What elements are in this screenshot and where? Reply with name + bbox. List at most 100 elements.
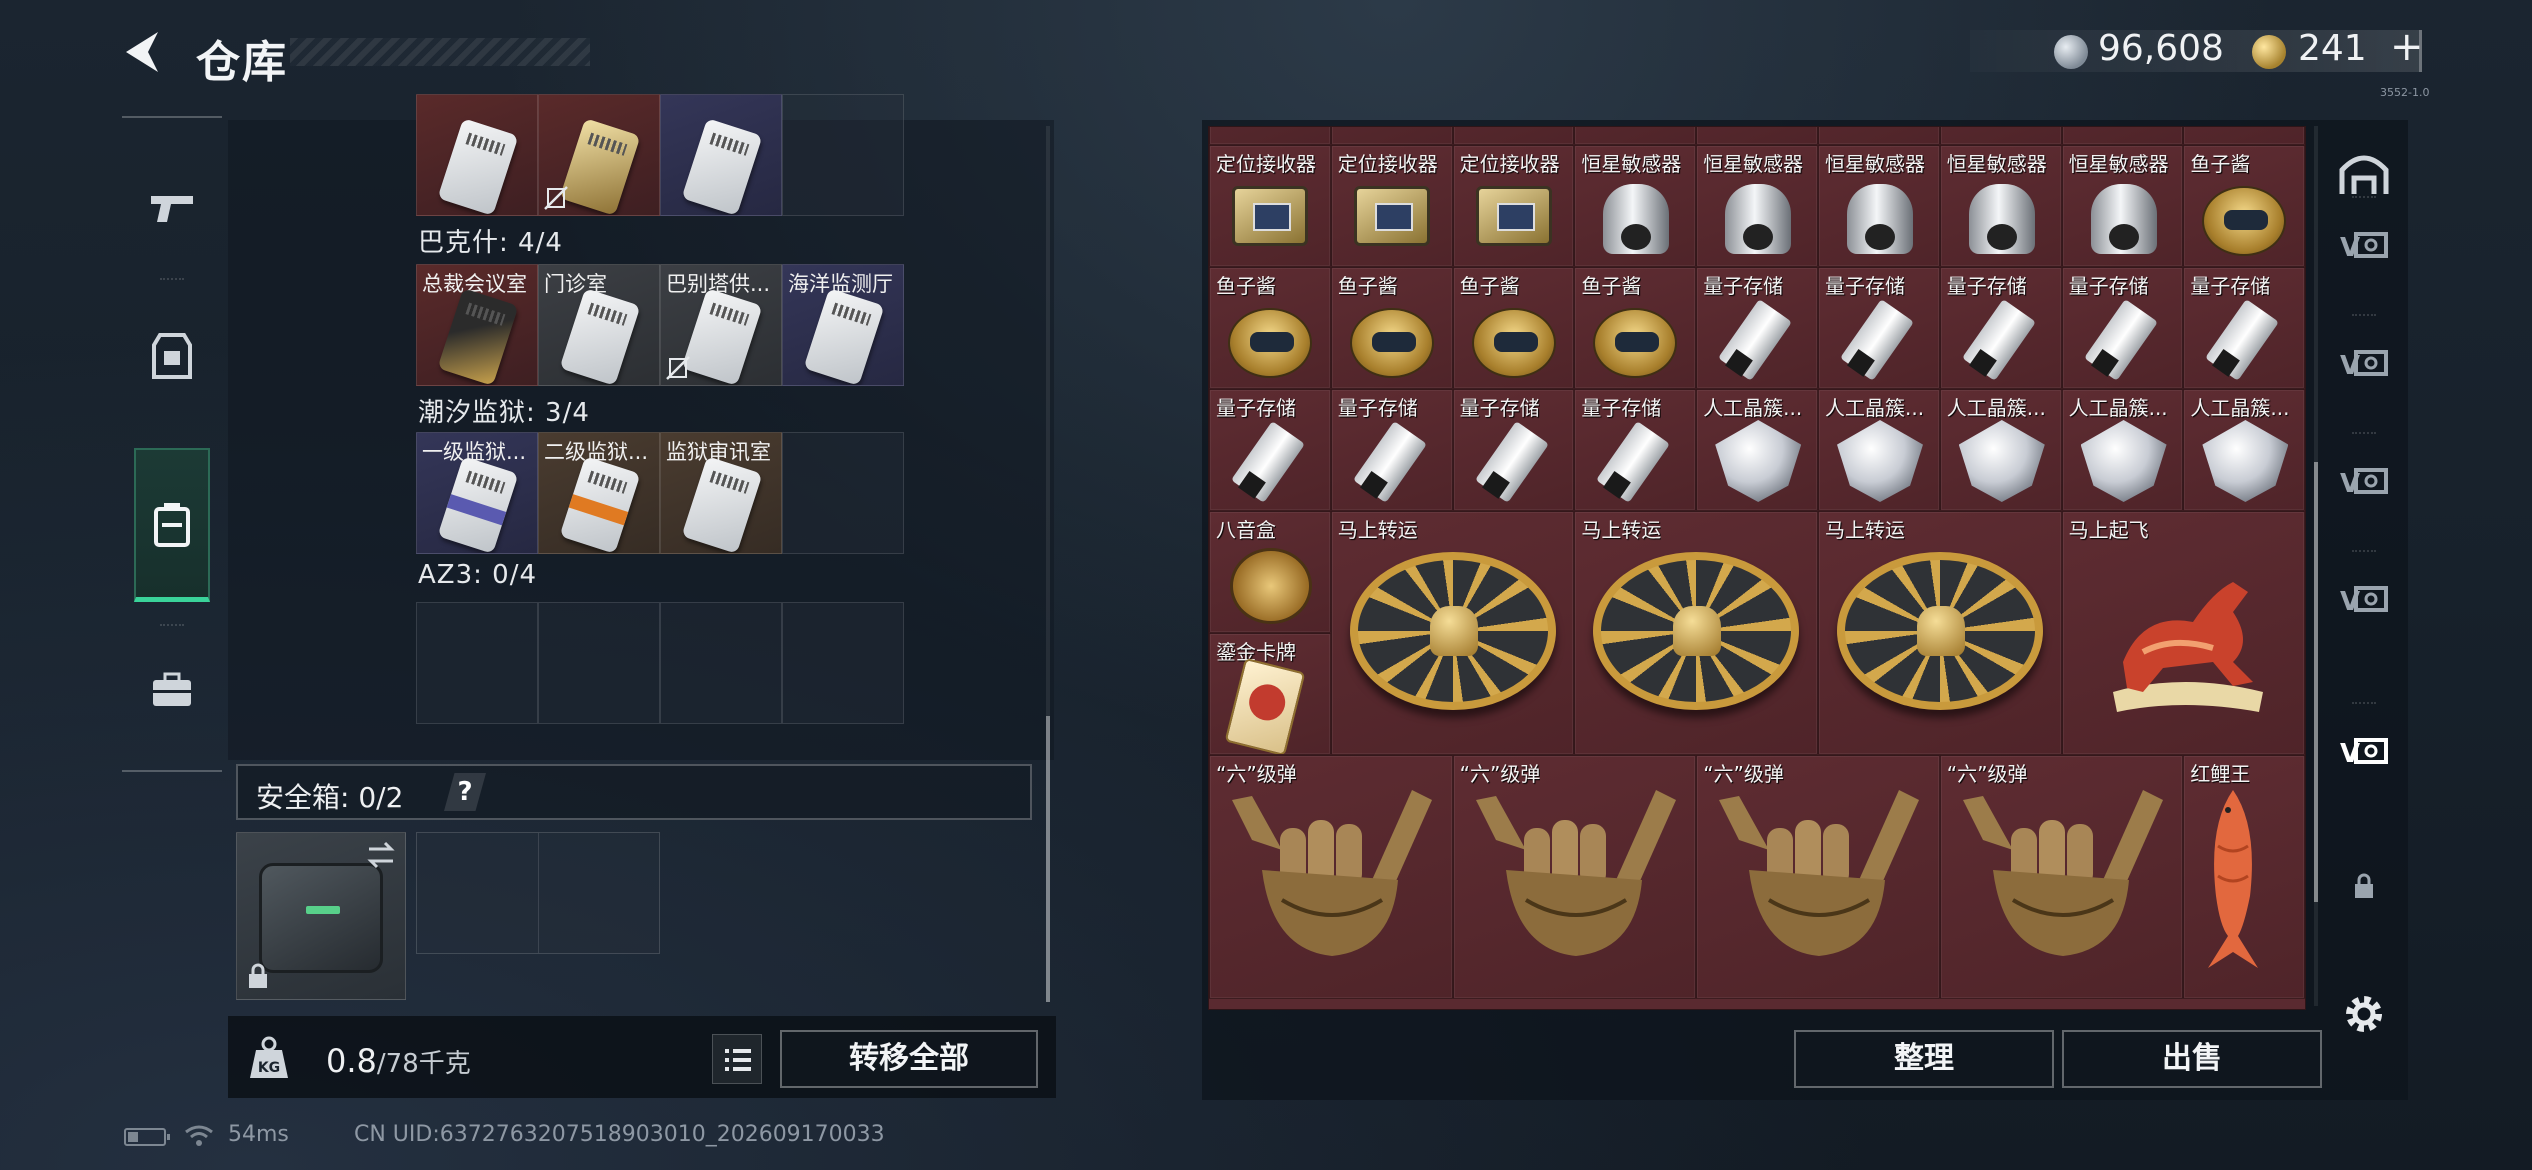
stash-item-slot[interactable]: 人工晶簇... — [1696, 389, 1818, 511]
storage-tab-icon[interactable]: V — [2336, 452, 2392, 508]
stash-item-slot[interactable]: 量子存储 — [1209, 389, 1331, 511]
sort-button[interactable]: 整理 — [1794, 1030, 2054, 1088]
stash-grid: 定位接收器 定位接收器 定位接收器 恒星敏感器 恒星敏感器 恒星敏感器 恒星敏感器 恒星敏感器… — [1208, 126, 2306, 1010]
stash-item-slot-partial[interactable] — [1574, 127, 1697, 145]
stash-item-slot[interactable]: 恒星敏感器 — [1574, 145, 1697, 267]
quantum-storage-icon — [1718, 299, 1793, 381]
keycard-slot[interactable]: 总裁会议室 — [416, 264, 538, 386]
stash-item-slot-partial[interactable] — [2061, 127, 2184, 145]
safe-box-item[interactable] — [236, 832, 406, 1000]
gold-coin-icon — [2252, 35, 2286, 69]
empty-slot[interactable] — [782, 602, 904, 724]
svg-text:KG: KG — [258, 1060, 280, 1076]
stash-item-slot[interactable]: 量子存储 — [1939, 267, 2062, 389]
safe-box-empty-slot[interactable] — [416, 832, 660, 954]
stash-item-slot[interactable]: 量子存储 — [1818, 267, 1940, 389]
stash-item-slot[interactable]: 鱼子酱 — [2183, 145, 2305, 267]
stash-item-slot[interactable]: 量子存储 — [1330, 389, 1453, 511]
stash-item-label: 马上转运 — [1581, 518, 1662, 542]
keycard-slot[interactable] — [416, 94, 538, 216]
stash-item-slot[interactable]: 量子存储 — [2061, 267, 2184, 389]
stash-item-slot[interactable]: 鱼子酱 — [1330, 267, 1453, 389]
settings-icon[interactable] — [2336, 986, 2392, 1042]
empty-slot[interactable] — [416, 602, 538, 724]
stash-item-slot[interactable]: 鱼子酱 — [1574, 267, 1697, 389]
add-currency-button[interactable]: + — [2390, 24, 2424, 70]
stash-item-slot-partial[interactable] — [1330, 127, 1453, 145]
storage-tab-icon[interactable]: V — [2336, 334, 2392, 390]
stash-item-slot[interactable]: 红鲤王 — [2183, 755, 2305, 999]
stash-item-slot[interactable]: 人工晶簇... — [1939, 389, 2062, 511]
empty-slot[interactable] — [660, 602, 782, 724]
title-decoration — [290, 38, 590, 66]
stash-item-slot[interactable]: 量子存储 — [1452, 389, 1575, 511]
list-view-button[interactable] — [712, 1034, 762, 1084]
keycard-slot[interactable] — [538, 94, 660, 216]
storage-tab-icon[interactable]: V — [2336, 722, 2392, 778]
stash-item-slot[interactable]: 定位接收器 — [1452, 145, 1575, 267]
swap-icon[interactable] — [365, 839, 397, 871]
stash-item-slot[interactable]: 定位接收器 — [1209, 145, 1331, 267]
stash-item-slot[interactable]: 马上转运 — [1330, 511, 1575, 755]
stash-item-slot[interactable]: 恒星敏感器 — [1696, 145, 1818, 267]
star-sensor-icon — [2090, 184, 2157, 254]
storage-tab-icon[interactable]: V — [2336, 570, 2392, 626]
lock-icon — [249, 963, 267, 988]
nav-separator — [2352, 432, 2376, 434]
stash-item-slot[interactable]: 人工晶簇... — [1818, 389, 1940, 511]
keycard-slot[interactable]: 巴别塔供... — [660, 264, 782, 386]
stash-item-slot[interactable]: 量子存储 — [2183, 267, 2305, 389]
empty-slot[interactable] — [782, 94, 904, 216]
stash-item-slot[interactable]: “六”级弹 — [1939, 755, 2184, 999]
red-carp-icon — [2208, 790, 2259, 968]
transfer-all-button[interactable]: 转移全部 — [780, 1030, 1038, 1088]
keycard-slot[interactable]: 门诊室 — [538, 264, 660, 386]
stash-item-slot[interactable]: 人工晶簇... — [2183, 389, 2305, 511]
toolbox-icon[interactable] — [134, 630, 210, 750]
back-icon[interactable] — [118, 26, 170, 78]
stash-item-slot[interactable]: 八音盒 — [1209, 511, 1331, 633]
stash-item-slot[interactable]: 鎏金卡牌 — [1209, 633, 1331, 755]
storage-tab-icon[interactable]: V — [2336, 216, 2392, 272]
stash-item-slot[interactable]: 量子存储 — [1696, 267, 1818, 389]
stash-item-slot[interactable]: 人工晶簇... — [2061, 389, 2184, 511]
keycard-slot[interactable]: 监狱审讯室 — [660, 432, 782, 554]
keycard-slot[interactable] — [660, 94, 782, 216]
stash-item-slot[interactable]: 定位接收器 — [1330, 145, 1453, 267]
stash-item-slot-partial[interactable] — [2183, 127, 2305, 145]
inventory-scroll-thumb[interactable] — [1046, 716, 1050, 1002]
empty-slot[interactable] — [782, 432, 904, 554]
backpack-icon[interactable] — [134, 448, 210, 602]
stash-item-slot[interactable]: 恒星敏感器 — [2061, 145, 2184, 267]
keycard-slot[interactable]: 海洋监测厅 — [782, 264, 904, 386]
stash-item-slot[interactable]: 鱼子酱 — [1452, 267, 1575, 389]
left-category-nav — [122, 116, 222, 772]
weight-icon: KG — [250, 1036, 288, 1078]
stash-item-label: 人工晶簇... — [2190, 396, 2290, 420]
stash-item-slot[interactable]: 马上起飞 — [2061, 511, 2305, 755]
keycard-slot[interactable]: 二级监狱... — [538, 432, 660, 554]
stash-item-slot-partial[interactable] — [1696, 127, 1818, 145]
stash-item-slot[interactable]: 量子存储 — [1574, 389, 1697, 511]
empty-slot[interactable] — [538, 602, 660, 724]
stash-item-slot-partial[interactable] — [1452, 127, 1575, 145]
keycard-slot[interactable]: 一级监狱... — [416, 432, 538, 554]
stash-item-slot[interactable]: 恒星敏感器 — [1818, 145, 1940, 267]
keycard-icon — [437, 456, 519, 553]
stash-item-slot[interactable]: “六”级弹 — [1696, 755, 1940, 999]
weapon-icon[interactable] — [134, 148, 210, 268]
sell-button[interactable]: 出售 — [2062, 1030, 2322, 1088]
armor-icon[interactable] — [134, 296, 210, 416]
stash-item-slot[interactable]: 恒星敏感器 — [1939, 145, 2062, 267]
stash-item-slot-partial[interactable] — [1818, 127, 1940, 145]
stash-item-slot-partial[interactable] — [1209, 127, 1331, 145]
stash-item-slot-partial[interactable] — [1939, 127, 2062, 145]
stash-item-slot[interactable]: 马上转运 — [1574, 511, 1818, 755]
home-icon[interactable] — [2336, 144, 2392, 200]
stash-item-label: 人工晶簇... — [1703, 396, 1803, 420]
stash-item-slot[interactable]: “六”级弹 — [1209, 755, 1453, 999]
stash-item-slot[interactable]: 鱼子酱 — [1209, 267, 1331, 389]
lock-icon[interactable] — [2336, 858, 2392, 914]
stash-item-slot[interactable]: “六”级弹 — [1452, 755, 1697, 999]
stash-item-slot[interactable]: 马上转运 — [1818, 511, 2062, 755]
